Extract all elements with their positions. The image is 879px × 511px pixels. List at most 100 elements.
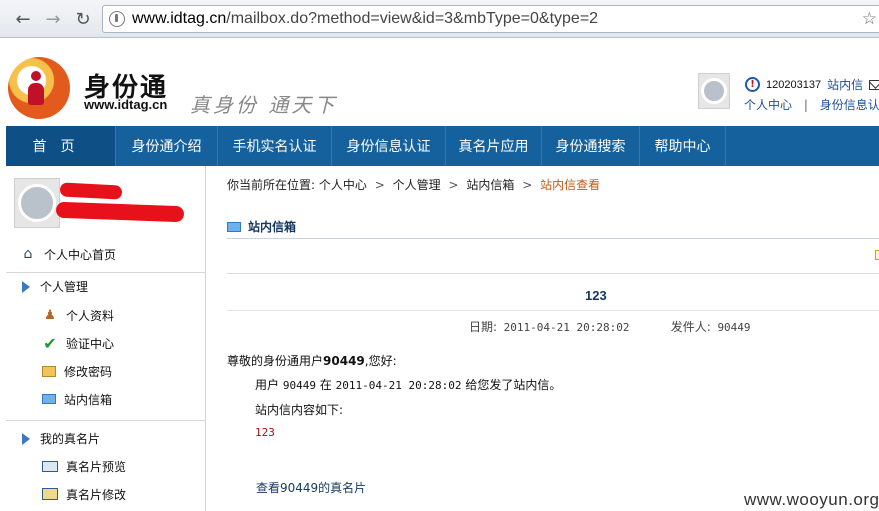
note-icon[interactable] (875, 250, 879, 260)
logo-url: www.idtag.cn (84, 97, 168, 112)
reload-icon[interactable]: ↻ (72, 8, 94, 30)
watermark: www.wooyun.org (744, 490, 879, 509)
identity-cert-link[interactable]: 身份信息认证 (820, 98, 879, 112)
bookmark-star-icon[interactable]: ☆ (862, 9, 877, 29)
message-content: 123 (255, 426, 275, 439)
breadcrumb-inbox[interactable]: 站内信箱 (466, 178, 514, 192)
user-id: 120203137 (766, 78, 822, 91)
redaction-mark (55, 201, 185, 223)
nav-item-home[interactable]: 首页 (6, 126, 116, 166)
breadcrumb-arrow: > (448, 178, 459, 192)
nav-item-search[interactable]: 身份通搜索 (542, 126, 640, 166)
browser-toolbar: ← → ↻ www.idtag.cn/mailbox.do?method=vie… (0, 0, 879, 38)
sender-label: 发件人: (670, 320, 711, 334)
sidebar-item-inbox[interactable]: 站内信箱 (6, 387, 206, 411)
nav-item-card-app[interactable]: 真名片应用 (446, 126, 542, 166)
breadcrumb-personal-mgmt[interactable]: 个人管理 (393, 178, 441, 192)
greeting-suffix: ,您好: (364, 354, 397, 368)
date-label: 日期: (469, 320, 498, 334)
envelope-icon[interactable] (869, 79, 879, 90)
checkmark-icon: ✔ (43, 333, 57, 353)
sidebar-avatar[interactable] (14, 178, 60, 228)
main-content: 你当前所在位置: 个人中心 > 个人管理 > 站内信箱 > 站内信查看 站内信箱… (207, 166, 879, 511)
sidebar: ⌂ 个人中心首页 个人管理 ♟ 个人资料 ✔ 验证中心 修改密码 站内信箱 我的… (6, 166, 206, 511)
greeting: 尊敬的身份通用户90449,您好: (227, 352, 397, 369)
sidebar-item-card-preview[interactable]: 真名片预览 (6, 454, 206, 478)
avatar-placeholder-icon (701, 78, 727, 104)
address-url[interactable]: www.idtag.cn/mailbox.do?method=view&id=3… (132, 10, 598, 28)
sidebar-group-label: 我的真名片 (40, 432, 101, 446)
body-user: 90449 (282, 379, 316, 392)
section-title: 站内信箱 (227, 218, 296, 235)
mail-icon (42, 394, 56, 404)
breadcrumb-personal-center[interactable]: 个人中心 (319, 178, 367, 192)
message-meta: 日期: 2011-04-21 20:28:02 发件人: 90449 (469, 318, 751, 335)
breadcrumb-current: 站内信查看 (540, 178, 601, 192)
date-value: 2011-04-21 20:28:02 (503, 321, 630, 334)
sidebar-item-label: 站内信箱 (64, 392, 113, 407)
header-user-info: ! 120203137 站内信 (745, 76, 879, 93)
sidebar-item-card-edit[interactable]: 真名片修改 (6, 482, 206, 506)
message-body-line2: 站内信内容如下: (255, 403, 344, 417)
sidebar-item-label: 个人资料 (66, 308, 115, 323)
header-mail-link[interactable]: 站内信 (827, 76, 863, 93)
body-time: 2011-04-21 20:28:02 (335, 379, 462, 392)
sidebar-item-password[interactable]: 修改密码 (6, 359, 206, 383)
address-bar[interactable]: www.idtag.cn/mailbox.do?method=view&id=3… (102, 5, 879, 33)
redaction-mark (59, 182, 123, 200)
nav-item-mobile-cert[interactable]: 手机实名认证 (218, 126, 332, 166)
message-body-line1: 用户 90449 在 2011-04-21 20:28:02 给您发了站内信。 (255, 376, 561, 393)
page-info-icon[interactable] (109, 11, 125, 27)
header-links: 个人中心 | 身份信息认证 (744, 96, 879, 113)
body-at: 在 (319, 378, 332, 392)
logo-person-icon (28, 71, 44, 105)
slogan: 真身份 通天下 (190, 93, 338, 117)
sidebar-item-verify[interactable]: ✔ 验证中心 (6, 331, 206, 355)
triangle-right-icon (22, 432, 30, 445)
sidebar-item-label: 真名片预览 (66, 459, 127, 474)
nav-item-intro[interactable]: 身份通介绍 (116, 126, 218, 166)
sidebar-group-label: 个人管理 (40, 280, 89, 294)
breadcrumb: 你当前所在位置: 个人中心 > 个人管理 > 站内信箱 > 站内信查看 (227, 176, 600, 193)
user-icon: ♟ (44, 307, 56, 323)
sidebar-item-label: 验证中心 (66, 336, 115, 351)
forward-arrow-icon[interactable]: → (42, 8, 64, 30)
info-icon: ! (745, 77, 760, 92)
nav-item-help[interactable]: 帮助中心 (640, 126, 726, 166)
card-icon (42, 460, 58, 472)
body-user-label: 用户 (255, 378, 280, 392)
sidebar-group-personal[interactable]: 个人管理 (6, 272, 206, 300)
personal-center-link[interactable]: 个人中心 (744, 98, 792, 112)
breadcrumb-arrow: > (522, 178, 533, 192)
greeting-prefix: 尊敬的身份通用户 (227, 354, 324, 368)
mail-icon (227, 221, 241, 232)
edit-note-icon (42, 365, 56, 377)
sidebar-item-label: 修改密码 (64, 364, 113, 379)
back-arrow-icon[interactable]: ← (12, 8, 34, 30)
header-avatar[interactable] (698, 73, 730, 109)
divider (227, 273, 879, 274)
site-header: 身份通 www.idtag.cn 真身份 通天下 ! 120203137 站内信… (0, 39, 879, 126)
view-card-link[interactable]: 查看90449的真名片 (256, 479, 366, 496)
breadcrumb-prefix: 你当前所在位置: (227, 178, 316, 192)
nav-item-identity-cert[interactable]: 身份信息认证 (332, 126, 446, 166)
divider (227, 238, 879, 239)
sidebar-item-home[interactable]: ⌂ 个人中心首页 (6, 242, 206, 266)
message-title: 123 (585, 288, 607, 303)
sender-value: 90449 (717, 321, 751, 334)
sidebar-item-profile[interactable]: ♟ 个人资料 (6, 303, 206, 327)
sidebar-item-label: 个人中心首页 (44, 247, 117, 262)
greeting-user: 90449 (323, 354, 365, 368)
breadcrumb-arrow: > (374, 178, 385, 192)
section-title-text: 站内信箱 (248, 220, 297, 234)
triangle-right-icon (22, 280, 30, 293)
main-nav: 首页 身份通介绍 手机实名认证 身份信息认证 真名片应用 身份通搜索 帮助中心 (6, 126, 879, 166)
body-tail: 给您发了站内信。 (465, 378, 562, 392)
sidebar-item-label: 真名片修改 (66, 487, 127, 502)
house-icon: ⌂ (23, 246, 33, 262)
divider (227, 310, 879, 311)
card-edit-icon (42, 488, 58, 500)
link-separator: | (803, 98, 808, 112)
avatar-placeholder-icon (18, 184, 56, 222)
sidebar-group-cards[interactable]: 我的真名片 (6, 420, 206, 456)
